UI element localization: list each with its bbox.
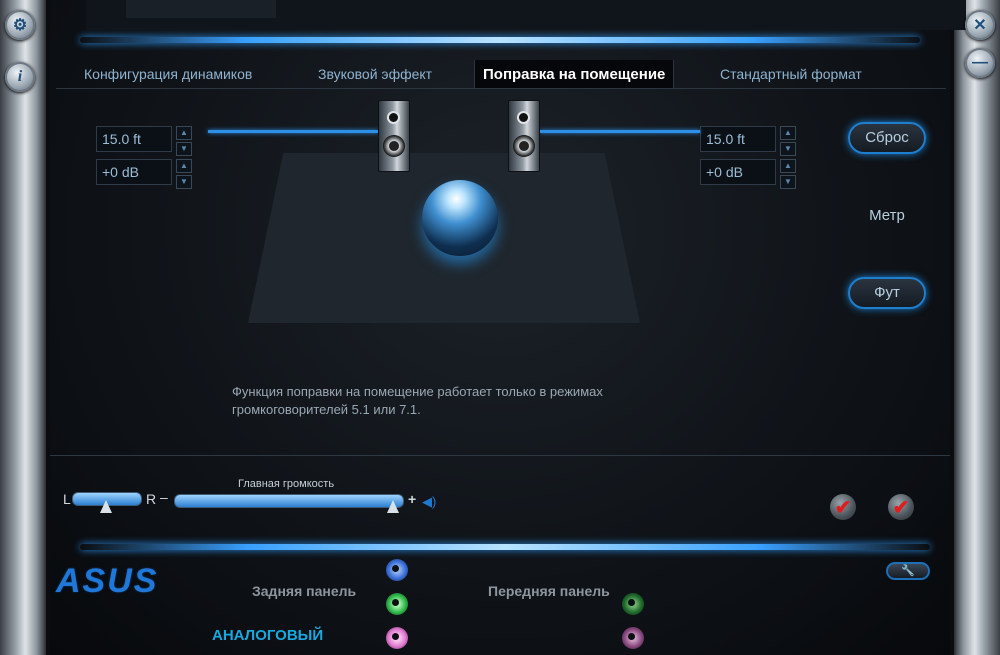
listener-position-sphere[interactable] xyxy=(422,180,498,256)
rear-green-jack-icon[interactable] xyxy=(386,593,408,615)
divider xyxy=(50,455,950,456)
volume-icon[interactable]: ◀) xyxy=(422,494,436,510)
tab-room-correction[interactable]: Поправка на помещение xyxy=(474,60,675,88)
front-green-jack-icon[interactable] xyxy=(622,593,644,615)
minimize-icon[interactable]: — xyxy=(965,48,995,78)
top-strip xyxy=(86,0,966,30)
tab-standard-format[interactable]: Стандартный формат xyxy=(720,66,862,82)
main-panel: Конфигурация динамиков Звуковой эффект П… xyxy=(50,0,966,655)
left-distance-field[interactable]: 15.0 ft xyxy=(96,126,172,152)
up-arrow-icon[interactable]: ▲ xyxy=(780,159,796,173)
volume-minus[interactable]: – xyxy=(160,489,168,505)
right-distance-stepper[interactable]: ▲ ▼ xyxy=(780,126,796,156)
front-pink-jack-icon[interactable] xyxy=(622,627,644,649)
down-arrow-icon[interactable]: ▼ xyxy=(176,175,192,189)
left-gain-stepper[interactable]: ▲ ▼ xyxy=(176,159,192,189)
rear-panel-label: Задняя панель xyxy=(252,583,357,599)
down-arrow-icon[interactable]: ▼ xyxy=(176,142,192,156)
wrench-icon[interactable]: 🔧 xyxy=(886,562,930,580)
right-speaker-icon[interactable] xyxy=(508,100,540,172)
reset-button[interactable]: Сброс xyxy=(848,122,926,154)
tab-sound-effect[interactable]: Звуковой эффект xyxy=(318,66,432,82)
left-speaker-icon[interactable] xyxy=(378,100,410,172)
master-volume-slider[interactable] xyxy=(174,494,404,508)
up-arrow-icon[interactable]: ▲ xyxy=(176,159,192,173)
rear-pink-jack-icon[interactable] xyxy=(386,627,408,649)
left-distance-stepper[interactable]: ▲ ▼ xyxy=(176,126,192,156)
tab-speaker-config[interactable]: Конфигурация динамиков xyxy=(84,66,252,82)
right-speaker-line xyxy=(540,130,700,133)
info-text-line2: громкоговорителей 5.1 или 7.1. xyxy=(232,402,421,417)
asus-logo: ASUS xyxy=(56,562,159,600)
close-icon[interactable]: ✕ xyxy=(965,10,995,40)
front-panel-label: Передняя панель xyxy=(488,583,610,599)
tab-bar: Конфигурация динамиков Звуковой эффект П… xyxy=(56,60,946,89)
rear-blue-jack-icon[interactable] xyxy=(386,559,408,581)
check-icon[interactable]: ✔ xyxy=(830,494,856,520)
balance-left-label: L xyxy=(63,491,71,507)
up-arrow-icon[interactable]: ▲ xyxy=(780,126,796,140)
analog-label: АНАЛОГОВЫЙ xyxy=(212,627,324,644)
info-icon[interactable]: i xyxy=(5,62,35,92)
foot-button[interactable]: Фут xyxy=(848,277,926,309)
right-gain-field[interactable]: +0 dB xyxy=(700,159,776,185)
top-glow-line xyxy=(80,37,920,43)
up-arrow-icon[interactable]: ▲ xyxy=(176,126,192,140)
left-speaker-line xyxy=(208,130,378,133)
meter-button[interactable]: Метр xyxy=(848,200,926,232)
master-volume-title: Главная громкость xyxy=(238,478,335,490)
down-arrow-icon[interactable]: ▼ xyxy=(780,175,796,189)
info-text-line1: Функция поправки на помещение работает т… xyxy=(232,384,603,399)
bottom-glow-line xyxy=(80,544,930,550)
down-arrow-icon[interactable]: ▼ xyxy=(780,142,796,156)
master-volume-thumb[interactable] xyxy=(386,500,399,513)
check-icon-2[interactable]: ✔ xyxy=(888,494,914,520)
balance-slider-thumb[interactable] xyxy=(100,500,112,513)
info-text: Функция поправки на помещение работает т… xyxy=(232,383,702,419)
volume-plus[interactable]: + xyxy=(408,491,416,507)
right-distance-field[interactable]: 15.0 ft xyxy=(700,126,776,152)
left-frame xyxy=(0,0,46,655)
left-gain-field[interactable]: +0 dB xyxy=(96,159,172,185)
right-gain-stepper[interactable]: ▲ ▼ xyxy=(780,159,796,189)
balance-right-label: R xyxy=(146,491,157,507)
right-frame xyxy=(954,0,1000,655)
gear-icon[interactable]: ⚙ xyxy=(5,10,35,40)
